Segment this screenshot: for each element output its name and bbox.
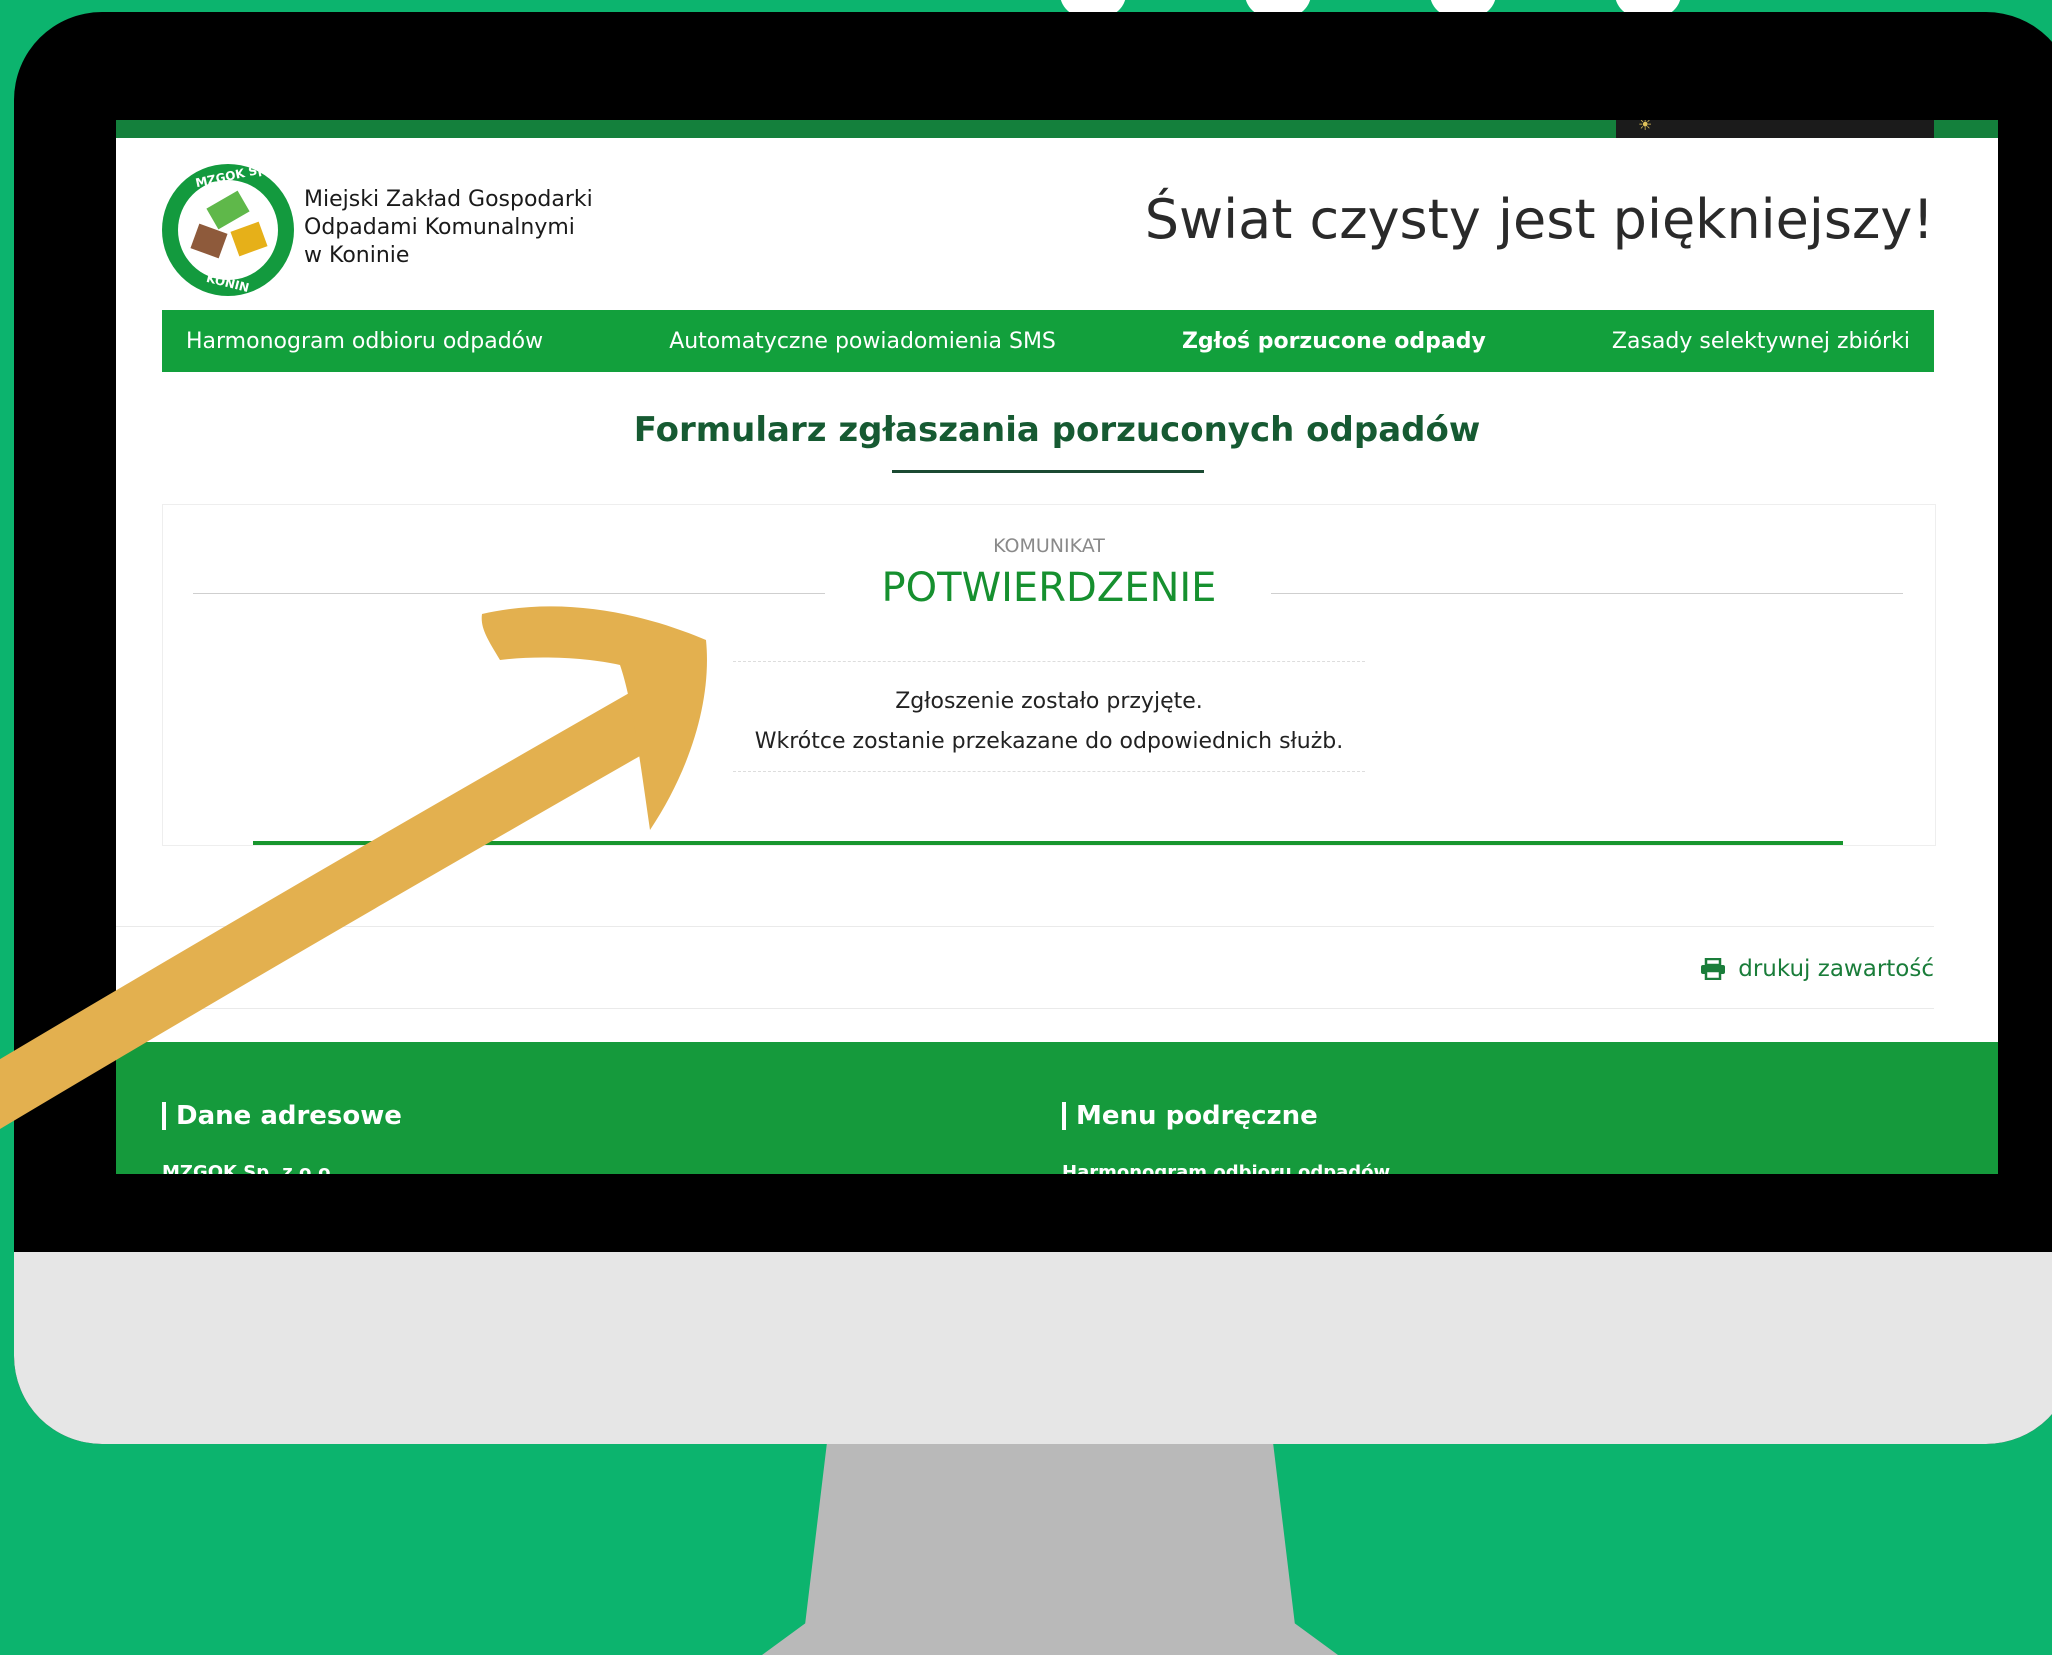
footer-link[interactable]: Harmonogram odbioru odpadów <box>1062 1162 1390 1174</box>
site-logo[interactable]: MZGOK Sp. z o.o. KONIN <box>162 158 294 296</box>
top-strip: ☀ <box>116 120 1998 138</box>
message-kicker: KOMUNIKAT <box>993 535 1105 557</box>
monitor-frame: ☀ MZGOK Sp. z o.o. KONIN Miejski Zakład … <box>14 12 2052 1444</box>
sun-icon: ☀ <box>1638 120 1653 134</box>
title-underline <box>892 470 1204 473</box>
main-nav: Harmonogram odbioru odpadów Automatyczne… <box>162 310 1934 372</box>
print-link[interactable]: drukuj zawartość <box>1700 956 1934 982</box>
page-title: Formularz zgłaszania porzuconych odpadów <box>633 410 1481 450</box>
message-card: KOMUNIKAT POTWIERDZENIE Zgłoszenie zosta… <box>162 504 1936 846</box>
message-heading: POTWIERDZENIE <box>881 565 1217 611</box>
org-name[interactable]: Miejski Zakład Gospodarki Odpadami Komun… <box>304 186 593 270</box>
footer-text: MZGOK Sp. z o.o. <box>162 1162 338 1174</box>
footer-heading: Menu podręczne <box>1062 1102 1318 1130</box>
org-name-line: Miejski Zakład Gospodarki <box>304 187 593 212</box>
org-name-line: Odpadami Komunalnymi <box>304 215 575 240</box>
message-line: Wkrótce zostanie przekazane do odpowiedn… <box>754 729 1344 754</box>
accent-bar <box>253 841 1843 845</box>
top-widget: ☀ <box>1616 120 1934 138</box>
nav-item-harmonogram[interactable]: Harmonogram odbioru odpadów <box>186 329 543 354</box>
site-slogan: Świat czysty jest piękniejszy! <box>1144 188 1934 251</box>
site-footer: Dane adresowe MZGOK Sp. z o.o. Menu podr… <box>116 1042 1998 1174</box>
org-name-line: w Koninie <box>304 243 410 268</box>
monitor-chin <box>14 1252 2052 1444</box>
printer-icon <box>1701 958 1726 980</box>
message-line: Zgłoszenie zostało przyjęte. <box>895 689 1203 714</box>
divider <box>116 926 1934 927</box>
browser-screen: ☀ MZGOK Sp. z o.o. KONIN Miejski Zakład … <box>116 120 1998 1174</box>
divider <box>733 661 1365 662</box>
nav-item-zglos[interactable]: Zgłoś porzucone odpady <box>1182 329 1486 354</box>
divider <box>733 771 1365 772</box>
divider <box>116 1008 1934 1009</box>
nav-item-sms[interactable]: Automatyczne powiadomienia SMS <box>669 329 1056 354</box>
footer-heading: Dane adresowe <box>162 1102 402 1130</box>
print-label: drukuj zawartość <box>1738 956 1934 982</box>
monitor-stand <box>762 1444 1338 1655</box>
nav-item-zasady[interactable]: Zasady selektywnej zbiórki <box>1612 329 1910 354</box>
